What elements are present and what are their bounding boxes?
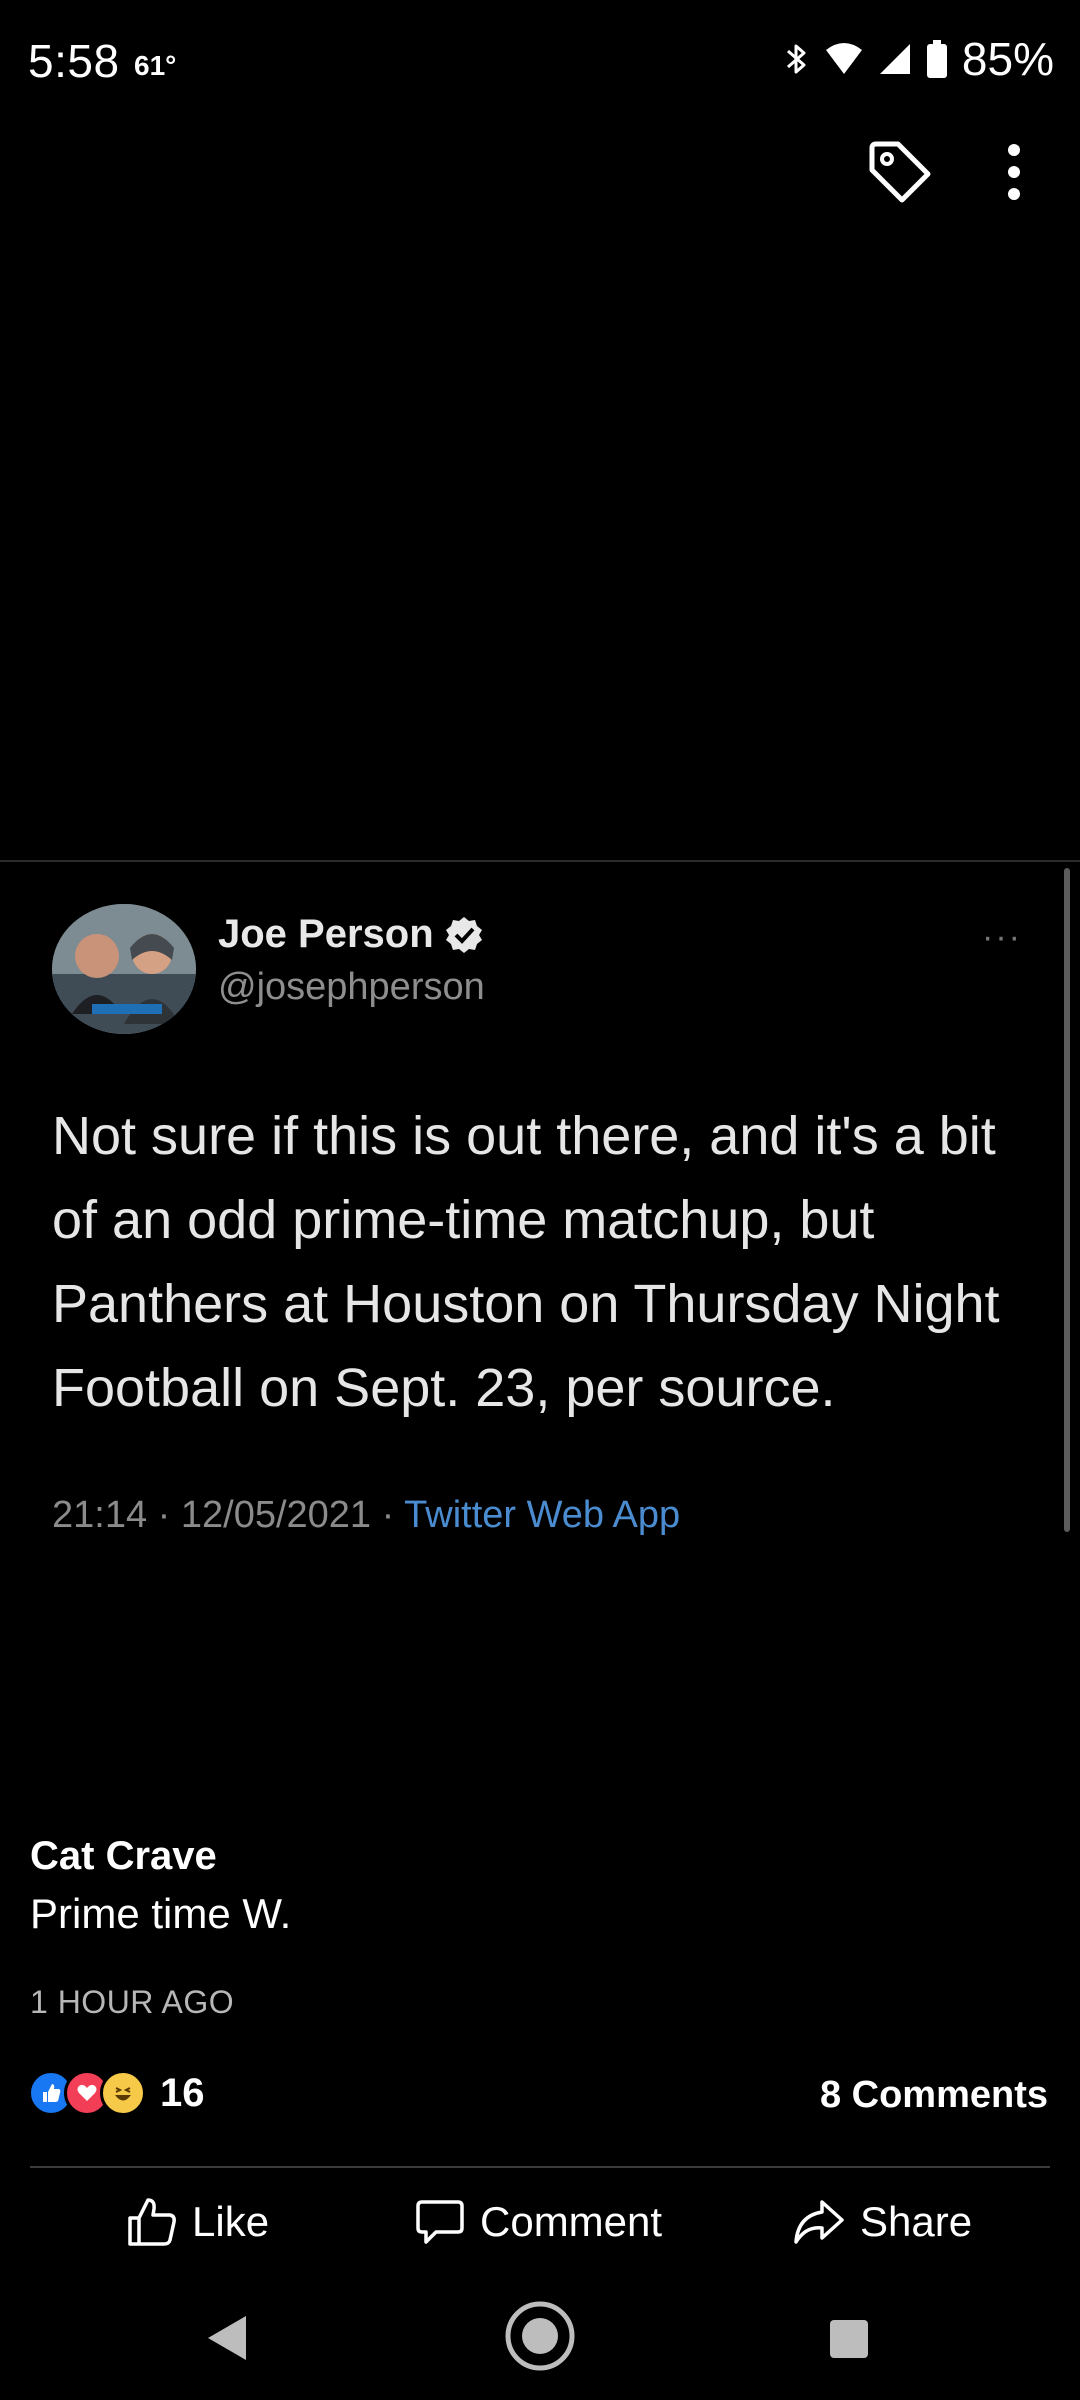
tweet-source: Twitter Web App <box>404 1494 681 1536</box>
comment-button[interactable]: Comment <box>414 2196 662 2248</box>
wifi-icon <box>825 43 862 74</box>
haha-reaction-icon <box>100 2070 146 2116</box>
tweet-avatar <box>52 904 196 1034</box>
share-icon <box>794 2200 844 2244</box>
share-button[interactable]: Share <box>792 2196 972 2248</box>
battery-icon <box>926 40 947 78</box>
reactions-summary[interactable]: 16 <box>28 2070 205 2116</box>
home-circle-icon <box>505 2301 575 2371</box>
post-author[interactable]: Cat Crave <box>30 1834 217 1879</box>
tag-button[interactable] <box>864 136 936 208</box>
comments-count[interactable]: 8 Comments <box>820 2074 1048 2117</box>
share-label: Share <box>860 2198 973 2245</box>
like-button[interactable]: Like <box>126 2196 269 2248</box>
photo-scrollbar[interactable] <box>1064 868 1070 1532</box>
tweet-author-label: Joe Person <box>218 912 434 956</box>
post-timestamp: 1 HOUR AGO <box>30 1984 235 2020</box>
nav-recents-button[interactable] <box>830 2320 868 2358</box>
tweet-handle: @josephperson <box>218 966 485 1008</box>
like-label: Like <box>192 2198 270 2245</box>
more-options-button[interactable] <box>994 136 1034 208</box>
back-triangle-icon <box>208 2316 246 2360</box>
status-temperature: 61° <box>134 50 177 81</box>
tag-icon <box>869 141 931 203</box>
tweet-text: Not sure if this is out there, and it's … <box>52 1106 1000 1418</box>
signal-icon <box>879 44 910 74</box>
tweet-timestamp: 21:14 · 12/05/2021 · <box>52 1494 405 1536</box>
tweet-author-name: Joe Person <box>218 912 484 957</box>
status-time: 5:58 <box>28 35 120 87</box>
thumbs-up-icon <box>128 2198 176 2246</box>
post-caption: Prime time W. <box>30 1890 292 1937</box>
status-indicators: 85% <box>784 32 1054 86</box>
nav-home-button[interactable] <box>504 2300 576 2377</box>
battery-percent: 85% <box>961 33 1054 85</box>
tweet-meta: 21:14 · 12/05/2021 · Twitter Web App <box>52 1494 680 1537</box>
actions-divider <box>30 2166 1050 2168</box>
verified-badge-icon <box>445 916 482 953</box>
comment-icon <box>416 2200 464 2244</box>
tweet-more-icon: ··· <box>982 918 1022 956</box>
nav-back-button[interactable] <box>206 2314 248 2367</box>
bluetooth-icon <box>786 44 806 74</box>
photo-divider <box>0 860 1080 862</box>
more-vertical-icon <box>1008 144 1020 200</box>
reaction-count: 16 <box>160 2070 205 2115</box>
comment-label: Comment <box>480 2198 663 2245</box>
